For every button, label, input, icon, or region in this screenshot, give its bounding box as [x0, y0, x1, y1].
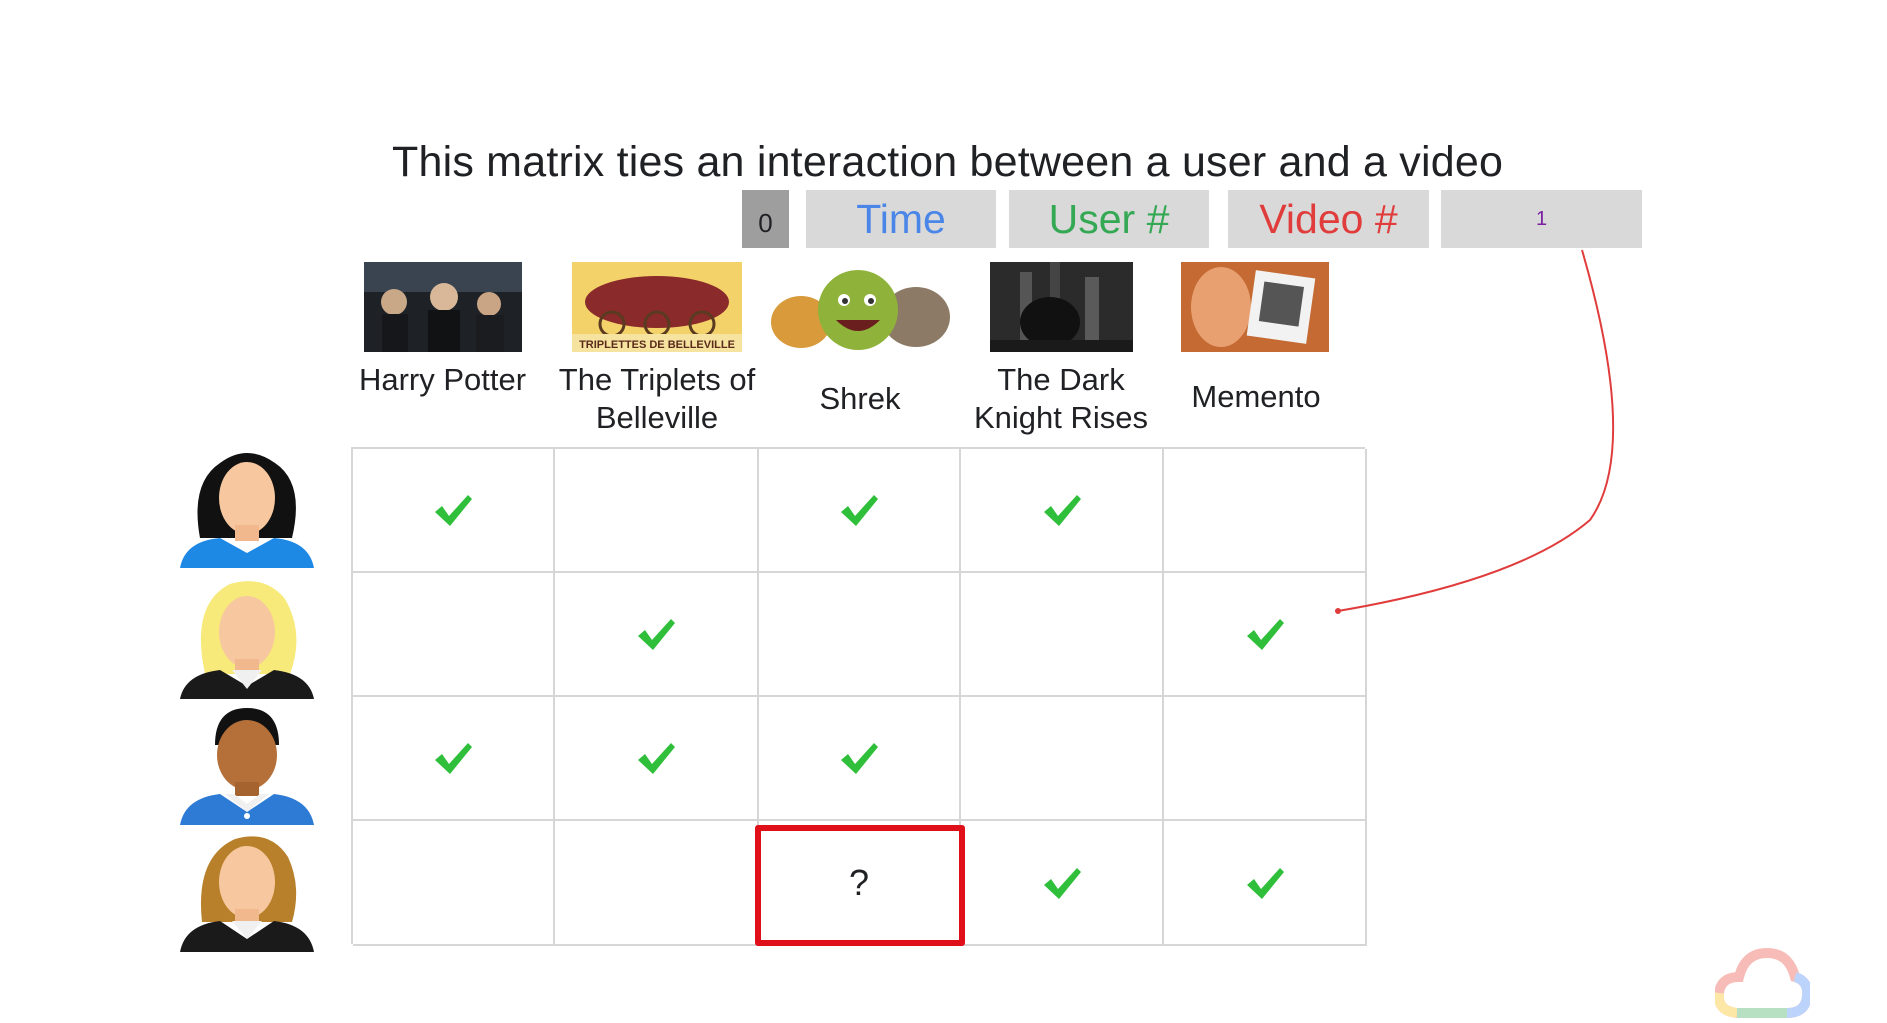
pointer-arrow: [1335, 249, 1615, 614]
google-cloud-logo: [1715, 947, 1810, 1018]
